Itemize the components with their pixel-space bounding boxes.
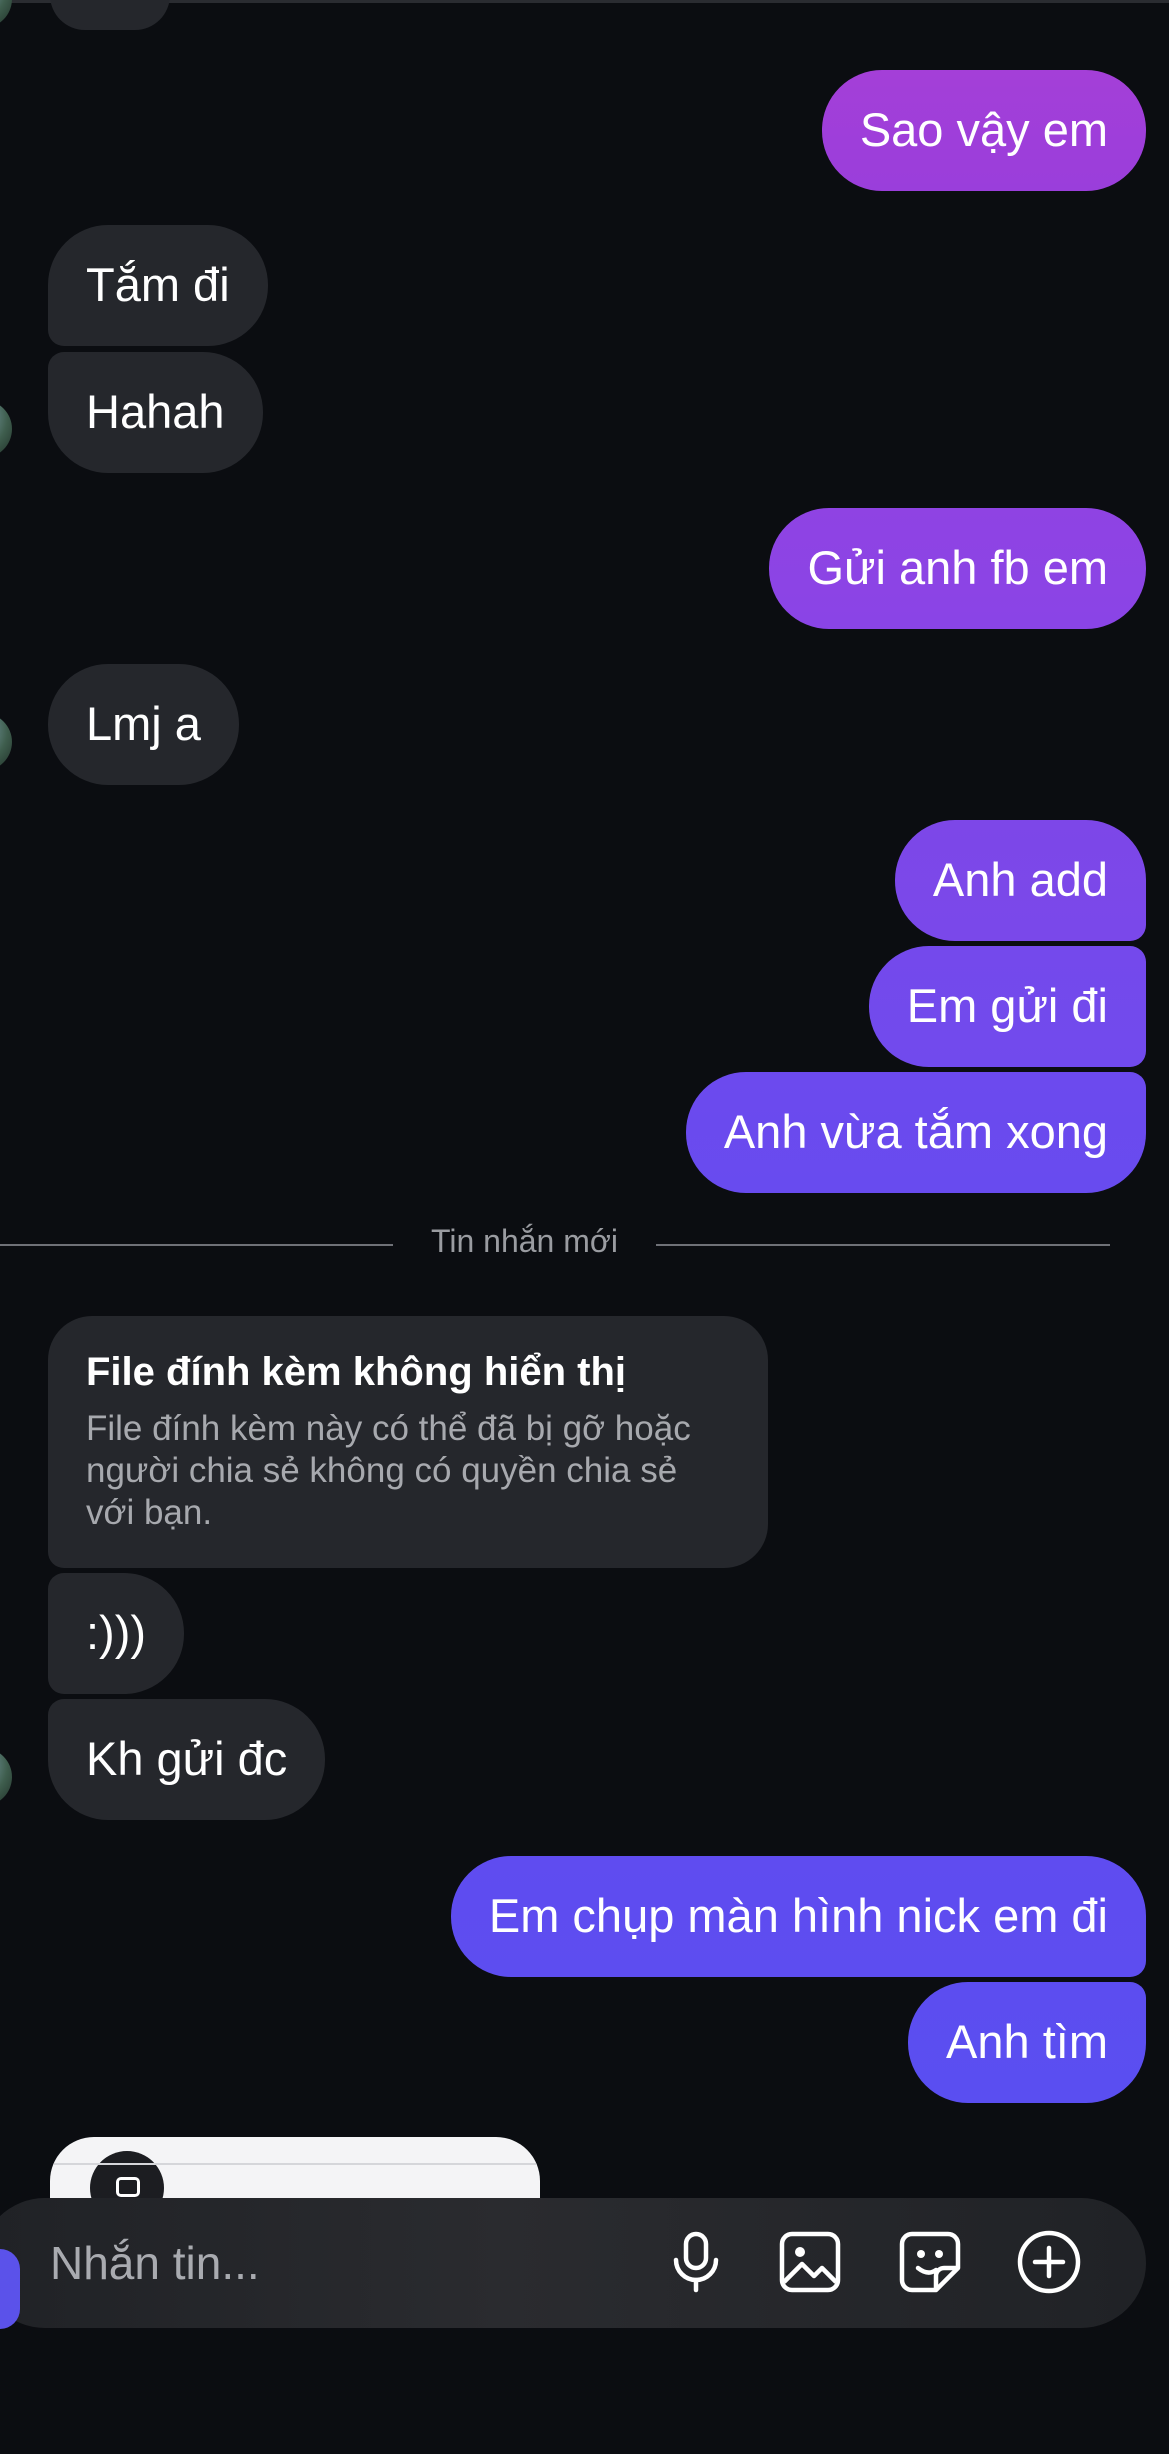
- sent-message[interactable]: Gửi anh fb em: [769, 508, 1146, 629]
- partial-bubble-top: [50, 0, 170, 30]
- sent-message[interactable]: Em chụp màn hình nick em đi: [450, 1856, 1146, 1977]
- preview-line: [50, 2163, 540, 2165]
- microphone-icon[interactable]: [660, 2226, 732, 2298]
- sticker-icon[interactable]: [894, 2226, 966, 2298]
- sent-message[interactable]: Anh tìm: [908, 1982, 1146, 2103]
- divider-line-left: [0, 1244, 393, 1246]
- top-border: [0, 0, 1169, 3]
- sent-message[interactable]: Sao vậy em: [821, 70, 1146, 191]
- avatar[interactable]: [0, 0, 12, 28]
- received-message[interactable]: Tắm đi: [48, 225, 268, 346]
- avatar[interactable]: [0, 1748, 12, 1806]
- shared-post-preview[interactable]: [50, 2137, 540, 2203]
- image-icon[interactable]: [774, 2226, 846, 2298]
- sent-message[interactable]: Anh vừa tắm xong: [685, 1072, 1146, 1193]
- plus-circle-icon[interactable]: [1013, 2226, 1085, 2298]
- avatar[interactable]: [0, 713, 12, 771]
- camera-button[interactable]: [0, 2249, 20, 2329]
- new-messages-label: Tin nhắn mới: [431, 1223, 618, 1259]
- attachment-unavailable-card[interactable]: File đính kèm không hiển thị File đính k…: [48, 1316, 768, 1568]
- message-input[interactable]: [48, 2230, 612, 2296]
- sent-message[interactable]: Em gửi đi: [868, 946, 1146, 1067]
- received-message[interactable]: :))): [48, 1573, 185, 1694]
- attachment-description: File đính kèm này có thể đã bị gỡ hoặc n…: [86, 1409, 691, 1532]
- avatar[interactable]: [0, 400, 12, 458]
- received-message[interactable]: Lmj a: [48, 664, 239, 785]
- received-message[interactable]: Hahah: [48, 352, 263, 473]
- attachment-title: File đính kèm không hiển thị: [86, 1350, 627, 1394]
- divider-line-right: [656, 1244, 1110, 1246]
- received-message[interactable]: Kh gửi đc: [48, 1699, 326, 1820]
- sent-message[interactable]: Anh add: [894, 820, 1146, 941]
- camera-icon: [116, 2177, 140, 2197]
